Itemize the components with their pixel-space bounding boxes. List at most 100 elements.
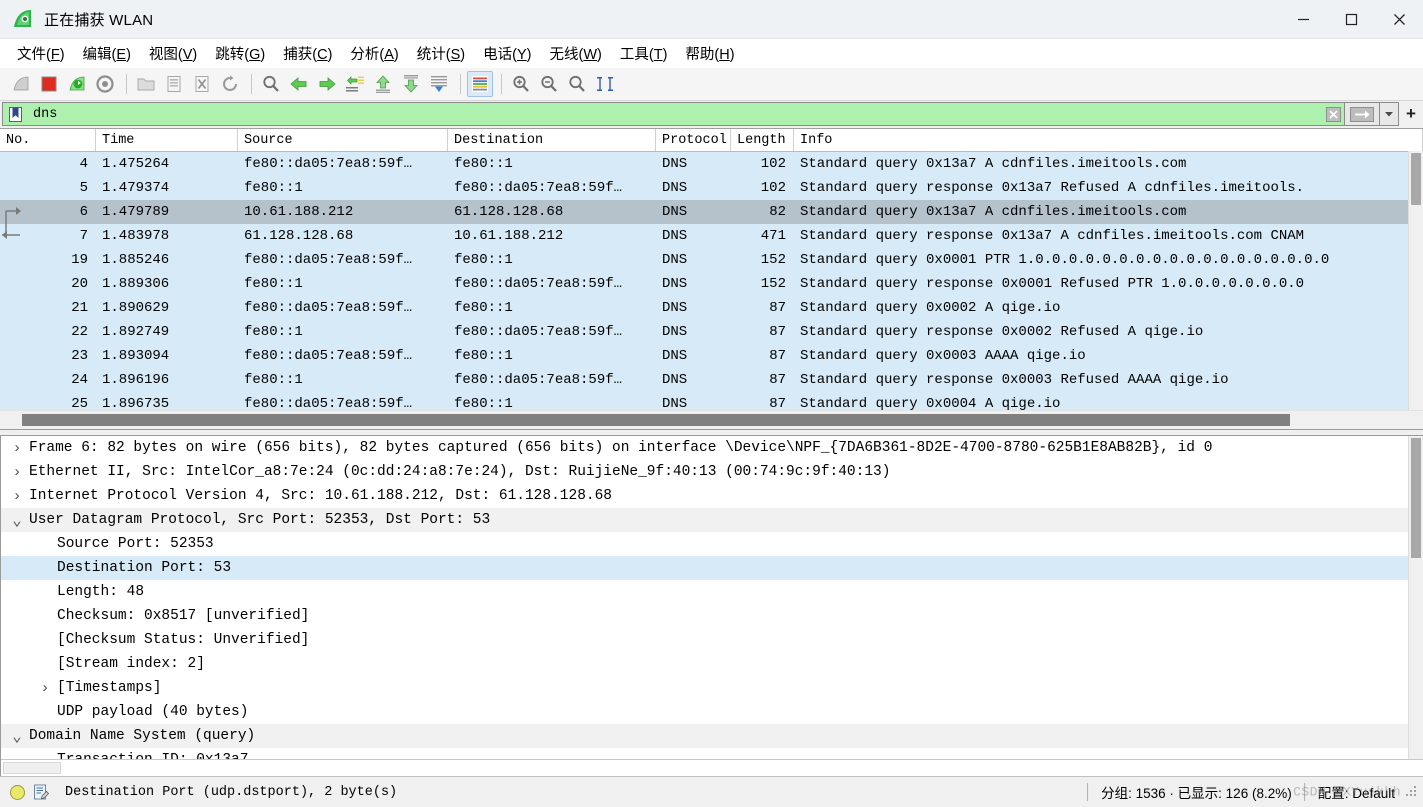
- table-row[interactable]: 24 1.896196 fe80::1 fe80::da05:7ea8:59f… DNS…: [0, 368, 1423, 392]
- restart-capture-icon[interactable]: [64, 71, 90, 97]
- detail-vertical-thumb[interactable]: [1411, 438, 1421, 558]
- resize-columns-icon[interactable]: [592, 71, 618, 97]
- stop-capture-icon[interactable]: [36, 71, 62, 97]
- maximize-button[interactable]: [1327, 0, 1375, 38]
- column-header-protocol[interactable]: Protocol: [656, 129, 731, 151]
- table-row[interactable]: 4 1.475264 fe80::da05:7ea8:59f… fe80::1 DNS 1…: [0, 152, 1423, 176]
- detail-row-timestamps[interactable]: › [Timestamps]: [1, 676, 1423, 700]
- pane-splitter[interactable]: [0, 429, 1423, 436]
- table-row[interactable]: 22 1.892749 fe80::1 fe80::da05:7ea8:59f… DNS…: [0, 320, 1423, 344]
- column-header-time[interactable]: Time: [96, 129, 238, 151]
- column-header-info[interactable]: Info: [794, 129, 1423, 151]
- cell-source: fe80::1: [244, 276, 303, 292]
- menu-wireless[interactable]: 无线(W): [540, 41, 610, 66]
- open-file-icon[interactable]: [133, 71, 159, 97]
- menu-analyze[interactable]: 分析(A): [341, 41, 407, 66]
- zoom-out-icon[interactable]: [536, 71, 562, 97]
- packet-list-horizontal-thumb[interactable]: [22, 414, 1290, 426]
- menu-help[interactable]: 帮助(H): [676, 41, 743, 66]
- menu-tools[interactable]: 工具(T): [611, 41, 677, 66]
- detail-horizontal-thumb[interactable]: [3, 762, 61, 774]
- menu-statistics[interactable]: 统计(S): [408, 41, 474, 66]
- detail-row-destination-port[interactable]: Destination Port: 53: [1, 556, 1423, 580]
- chevron-right-icon[interactable]: ›: [37, 680, 53, 697]
- detail-row-checksum-status[interactable]: [Checksum Status: Unverified]: [1, 628, 1423, 652]
- column-header-no[interactable]: No.: [0, 129, 96, 151]
- find-packet-icon[interactable]: [258, 71, 284, 97]
- detail-row-stream-index[interactable]: [Stream index: 2]: [1, 652, 1423, 676]
- detail-row-checksum[interactable]: Checksum: 0x8517 [unverified]: [1, 604, 1423, 628]
- bookmark-icon[interactable]: [2, 102, 27, 126]
- auto-scroll-icon[interactable]: [426, 71, 452, 97]
- chevron-right-icon[interactable]: ›: [9, 464, 25, 481]
- menu-capture[interactable]: 捕获(C): [274, 41, 341, 66]
- cell-source: 61.128.128.68: [244, 228, 354, 244]
- chevron-right-icon[interactable]: ›: [9, 440, 25, 457]
- table-row[interactable]: 23 1.893094 fe80::da05:7ea8:59f… fe80::1 DNS…: [0, 344, 1423, 368]
- cell-length: 87: [769, 300, 786, 316]
- packet-list-vertical-scrollbar[interactable]: [1408, 151, 1423, 411]
- menu-view[interactable]: 视图(V): [140, 41, 206, 66]
- detail-row-source-port[interactable]: Source Port: 52353: [1, 532, 1423, 556]
- table-row[interactable]: 7 1.483978 61.128.128.68 10.61.188.212 DNS 47…: [0, 224, 1423, 248]
- menu-telephony[interactable]: 电话(Y): [474, 41, 540, 66]
- expert-info-circle-icon[interactable]: [10, 784, 25, 800]
- add-filter-button-icon[interactable]: +: [1399, 102, 1423, 126]
- close-button[interactable]: [1375, 0, 1423, 38]
- chevron-right-icon[interactable]: ›: [9, 488, 25, 505]
- detail-vertical-scrollbar[interactable]: [1408, 436, 1423, 776]
- menu-go[interactable]: 跳转(G): [206, 41, 274, 66]
- table-row[interactable]: 20 1.889306 fe80::1 fe80::da05:7ea8:59f… DNS…: [0, 272, 1423, 296]
- packet-list-horizontal-scrollbar[interactable]: [0, 410, 1423, 429]
- menu-file[interactable]: 文件(F): [8, 41, 74, 66]
- detail-row-dns[interactable]: ⌄ Domain Name System (query): [1, 724, 1423, 748]
- go-back-icon[interactable]: [286, 71, 312, 97]
- menu-edit[interactable]: 编辑(E): [74, 41, 140, 66]
- chevron-down-icon[interactable]: [1380, 102, 1399, 126]
- chevron-down-icon[interactable]: ⌄: [9, 510, 25, 530]
- chevron-down-icon[interactable]: ⌄: [9, 726, 25, 746]
- reload-file-icon[interactable]: [217, 71, 243, 97]
- capture-comment-icon[interactable]: [33, 784, 49, 800]
- detail-row-text: [Timestamps]: [57, 680, 162, 696]
- table-row[interactable]: 25 1.896735 fe80::da05:7ea8:59f… fe80::1 DNS…: [0, 392, 1423, 410]
- detail-row-length[interactable]: Length: 48: [1, 580, 1423, 604]
- resize-grip-icon[interactable]: [1405, 785, 1419, 799]
- detail-row-ethernet[interactable]: › Ethernet II, Src: IntelCor_a8:7e:24 (0c…: [1, 460, 1423, 484]
- cell-length: 152: [760, 276, 786, 292]
- cell-no: 20: [71, 276, 88, 292]
- go-to-packet-icon[interactable]: [342, 71, 368, 97]
- detail-row-ipv4[interactable]: › Internet Protocol Version 4, Src: 10.61…: [1, 484, 1423, 508]
- close-file-icon[interactable]: [189, 71, 215, 97]
- packet-list-header: No. Time Source Destination Protocol Length In…: [0, 129, 1423, 152]
- detail-row-udp[interactable]: ⌄ User Datagram Protocol, Src Port: 52353…: [1, 508, 1423, 532]
- go-forward-icon[interactable]: [314, 71, 340, 97]
- save-file-icon[interactable]: [161, 71, 187, 97]
- minimize-button[interactable]: [1279, 0, 1327, 38]
- table-row[interactable]: 21 1.890629 fe80::da05:7ea8:59f… fe80::1 DNS…: [0, 296, 1423, 320]
- apply-filter-icon[interactable]: [1345, 102, 1380, 126]
- start-capture-icon[interactable]: [8, 71, 34, 97]
- packet-list-vertical-thumb[interactable]: [1411, 153, 1421, 205]
- detail-row-udp-payload[interactable]: UDP payload (40 bytes): [1, 700, 1423, 724]
- cell-no: 6: [79, 204, 88, 220]
- zoom-reset-icon[interactable]: [564, 71, 590, 97]
- go-last-packet-icon[interactable]: [398, 71, 424, 97]
- zoom-in-icon[interactable]: [508, 71, 534, 97]
- clear-filter-icon[interactable]: [1322, 102, 1345, 126]
- cell-info: Standard query 0x13a7 A cdnfiles.imeitoo…: [800, 156, 1187, 172]
- detail-horizontal-scrollbar[interactable]: [1, 759, 1423, 776]
- profile-label[interactable]: 配置: Default: [1318, 782, 1395, 802]
- detail-row-text: Destination Port: 53: [57, 560, 232, 576]
- column-header-length[interactable]: Length: [731, 129, 794, 151]
- table-row[interactable]: 5 1.479374 fe80::1 fe80::da05:7ea8:59f… DNS 1…: [0, 176, 1423, 200]
- column-header-destination[interactable]: Destination: [448, 129, 656, 151]
- go-first-packet-icon[interactable]: [370, 71, 396, 97]
- table-row[interactable]: 19 1.885246 fe80::da05:7ea8:59f… fe80::1 DNS…: [0, 248, 1423, 272]
- table-row[interactable]: 6 1.479789 10.61.188.212 61.128.128.68 DNS 82…: [0, 200, 1423, 224]
- filter-input[interactable]: dns: [27, 102, 1322, 126]
- detail-row-frame[interactable]: › Frame 6: 82 bytes on wire (656 bits), 8…: [1, 436, 1423, 460]
- column-header-source[interactable]: Source: [238, 129, 448, 151]
- colorize-icon[interactable]: [467, 71, 493, 97]
- capture-options-icon[interactable]: [92, 71, 118, 97]
